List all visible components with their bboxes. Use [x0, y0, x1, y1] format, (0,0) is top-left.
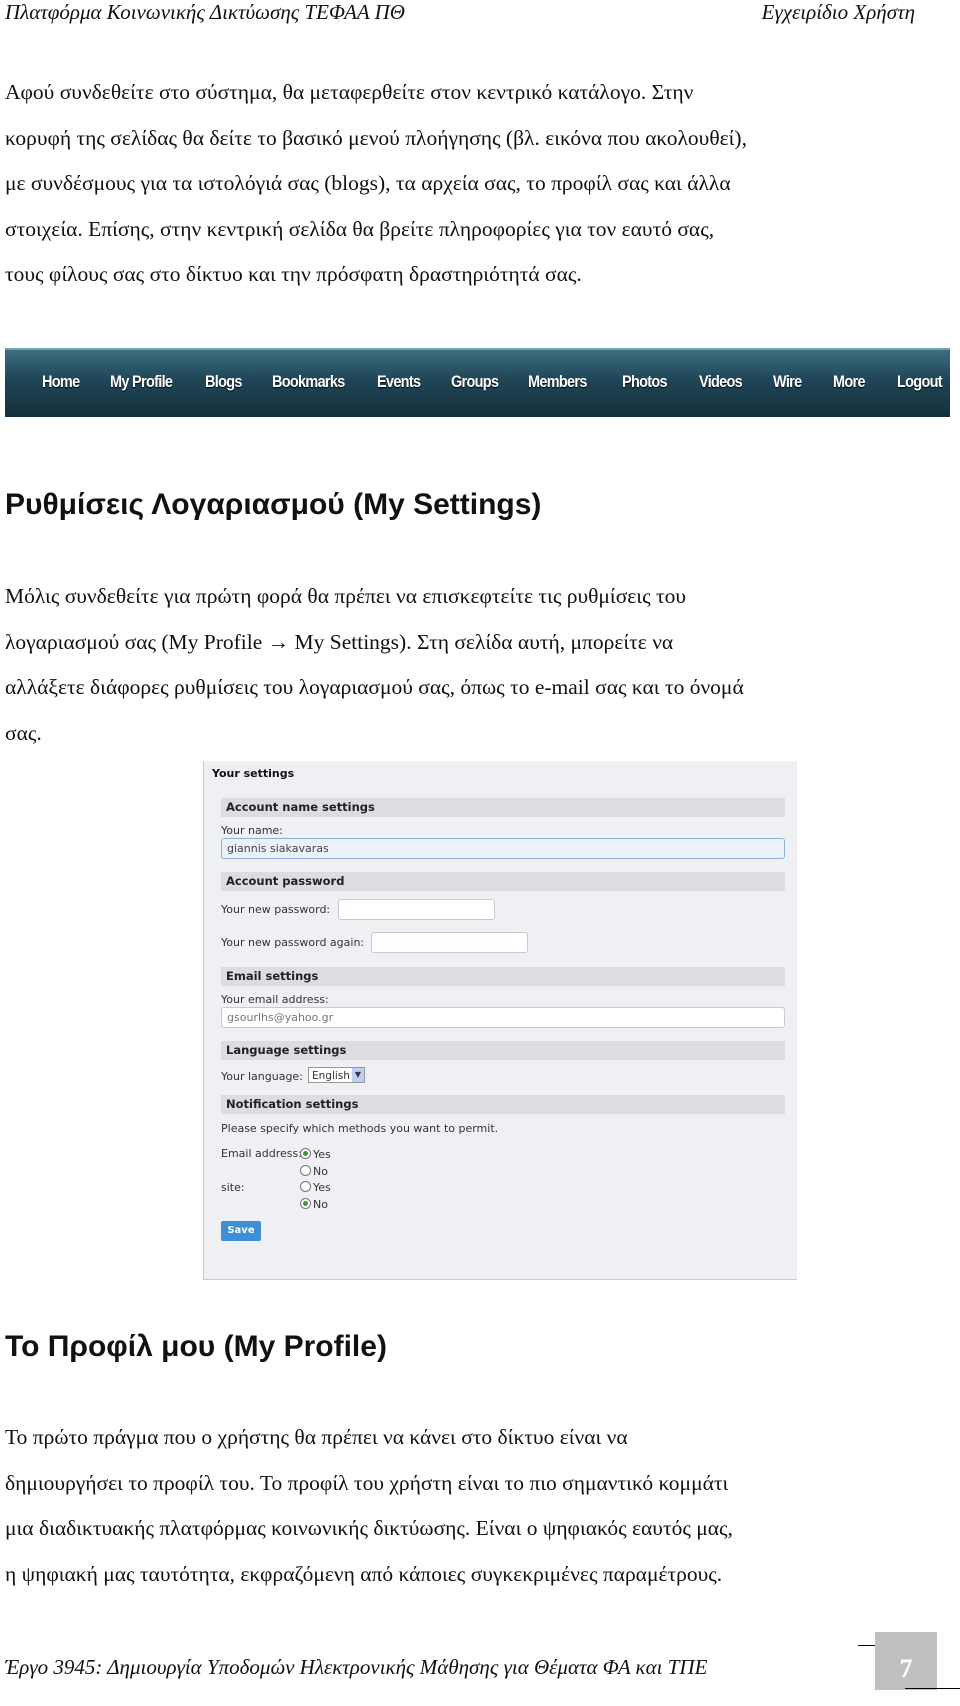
account-name-heading: Account name settings	[221, 798, 785, 817]
new-password-again-input[interactable]	[371, 932, 528, 953]
email-notification-label: Email address:	[221, 1147, 302, 1160]
nav-item-bookmarks[interactable]: Bookmarks	[272, 372, 345, 392]
nav-item-home[interactable]: Home	[42, 372, 80, 392]
language-label: Your language:	[221, 1070, 303, 1083]
header-doc-type: Εγχειρίδιο Χρήστη	[761, 0, 915, 24]
header-title: Πλατφόρμα Κοινωνικής Δικτύωσης ΤΕΦΑΑ ΠΘ	[5, 0, 405, 24]
language-selected-value: English	[312, 1070, 350, 1082]
language-settings-heading: Language settings	[221, 1041, 785, 1060]
radio-icon	[300, 1181, 311, 1192]
text-line: λογαριασμού σας (My Profile → My Setting…	[5, 629, 674, 654]
new-password-again-label: Your new password again:	[221, 936, 365, 949]
save-button[interactable]: Save	[221, 1221, 261, 1241]
site-no-radio[interactable]: No	[300, 1198, 328, 1211]
text-line: Μόλις συνδεθείτε για πρώτη φορά θα πρέπε…	[5, 584, 687, 608]
settings-screenshot: Your settings Account name settings Your…	[203, 761, 797, 1280]
site-yes-radio[interactable]: Yes	[300, 1181, 331, 1194]
text-line: σας.	[5, 720, 42, 745]
text-line: Το πρώτο πράγμα που ο χρήστης θα πρέπει …	[5, 1425, 628, 1449]
nav-item-more[interactable]: More	[833, 372, 865, 392]
profile-paragraph: Το πρώτο πράγμα που ο χρήστης θα πρέπει …	[5, 1415, 915, 1597]
chevron-down-icon[interactable]: ▼	[352, 1068, 364, 1082]
nav-item-videos[interactable]: Videos	[699, 372, 743, 392]
text-line: τους φίλους σας στο δίκτυο και την πρόσφ…	[5, 262, 582, 286]
email-input[interactable]: gsourlhs@yahoo.gr	[221, 1007, 785, 1028]
page-number: 7	[875, 1632, 937, 1690]
radio-label: No	[313, 1165, 328, 1178]
nav-item-groups[interactable]: Groups	[451, 372, 499, 392]
footer-divider	[905, 1688, 960, 1689]
footer-text: Έργο 3945: Δημιουργία Υποδομών Ηλεκτρονι…	[5, 1655, 708, 1679]
name-input[interactable]: giannis siakavaras	[221, 838, 785, 859]
email-label: Your email address:	[221, 993, 329, 1006]
nav-item-events[interactable]: Events	[377, 372, 421, 392]
email-settings-heading: Email settings	[221, 967, 785, 986]
radio-icon	[300, 1165, 311, 1176]
text-line: μια διαδικτυακής πλατφόρμας κοινωνικής δ…	[5, 1516, 733, 1540]
email-yes-radio[interactable]: Yes	[300, 1148, 331, 1161]
new-password-label: Your new password:	[221, 903, 331, 916]
radio-label: No	[313, 1198, 328, 1211]
nav-item-blogs[interactable]: Blogs	[205, 372, 242, 392]
account-password-heading: Account password	[221, 872, 785, 891]
radio-selected-icon	[300, 1148, 311, 1159]
radio-label: Yes	[313, 1181, 331, 1194]
nav-item-logout[interactable]: Logout	[897, 372, 943, 392]
text-line: στοιχεία. Επίσης, στην κεντρική σελίδα θ…	[5, 216, 715, 241]
email-no-radio[interactable]: No	[300, 1165, 328, 1178]
radio-selected-icon	[300, 1198, 311, 1209]
navigation-menu-image: Home My Profile Blogs Bookmarks Events G…	[5, 348, 950, 417]
text-line: κορυφή της σελίδας θα δείτε το βασικό με…	[5, 125, 747, 150]
notification-description: Please specify which methods you want to…	[221, 1122, 499, 1135]
nav-item-my-profile[interactable]: My Profile	[110, 372, 173, 392]
notification-settings-heading: Notification settings	[221, 1095, 785, 1114]
text-line: η ψηφιακή μας ταυτότητα, εκφραζόμενη από…	[5, 1561, 723, 1586]
text-line: με συνδέσμους για τα ιστολόγιά σας (blog…	[5, 171, 731, 195]
text-line: δημιουργήσει το προφίλ του. Το προφίλ το…	[5, 1470, 729, 1495]
new-password-input[interactable]	[338, 899, 495, 920]
nav-item-members[interactable]: Members	[528, 372, 587, 392]
name-label: Your name:	[221, 824, 283, 837]
radio-label: Yes	[313, 1148, 331, 1161]
text-line: αλλάξετε διάφορες ρυθμίσεις του λογαριασ…	[5, 675, 744, 699]
text-line: Αφού συνδεθείτε στο σύστημα, θα μεταφερθ…	[5, 80, 694, 104]
section-heading-profile: Το Προφίλ μου (My Profile)	[5, 1330, 387, 1363]
nav-item-wire[interactable]: Wire	[773, 372, 802, 392]
site-notification-label: site:	[221, 1181, 245, 1194]
settings-title: Your settings	[212, 767, 295, 780]
settings-paragraph: Μόλις συνδεθείτε για πρώτη φορά θα πρέπε…	[5, 574, 915, 756]
section-heading-settings: Ρυθμίσεις Λογαριασμού (My Settings)	[5, 488, 542, 521]
language-select[interactable]: English ▼	[308, 1067, 365, 1083]
intro-paragraph: Αφού συνδεθείτε στο σύστημα, θα μεταφερθ…	[5, 70, 915, 298]
nav-item-photos[interactable]: Photos	[622, 372, 668, 392]
